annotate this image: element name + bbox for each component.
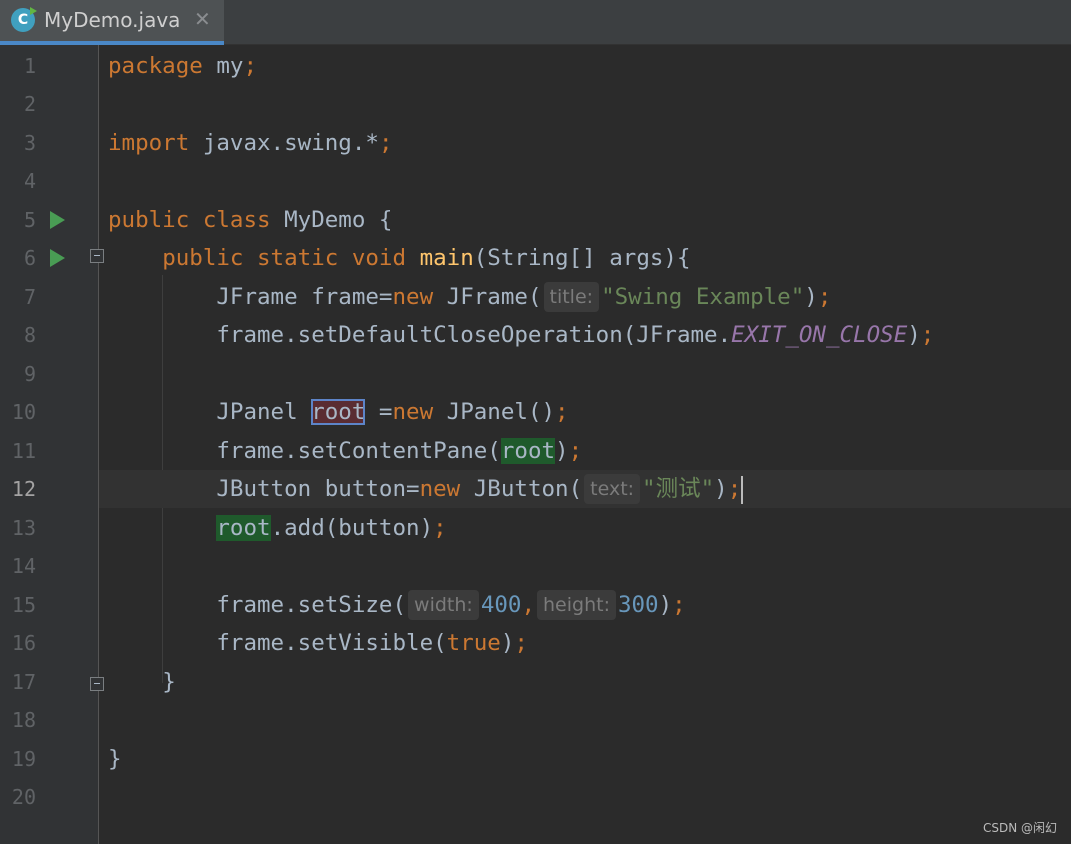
code-text: } <box>162 669 176 695</box>
code-text: public static void main(String[] args){ <box>162 245 691 271</box>
parameter-hint: width: <box>408 590 479 620</box>
code-line-3[interactable]: 3 import javax.swing.*; <box>0 124 1071 162</box>
watermark: CSDN @闲幻 <box>982 821 1057 835</box>
code-text: frame.setContentPane(root); <box>216 438 583 464</box>
code-text: public class MyDemo { <box>108 207 393 233</box>
code-line-7[interactable]: 7 JFrame frame=new JFrame(title: "Swing E… <box>0 278 1071 316</box>
line-number: 7 <box>23 285 36 309</box>
close-tab-icon[interactable]: ✕ <box>194 7 211 31</box>
code-text: root.add(button); <box>216 515 447 541</box>
editor-tab-bar: C MyDemo.java ✕ <box>0 0 1071 45</box>
line-number: 16 <box>11 631 36 655</box>
code-line-8[interactable]: 8 frame.setDefaultCloseOperation(JFrame.… <box>0 316 1071 354</box>
code-line-14[interactable]: 14 <box>0 547 1071 585</box>
line-number: 19 <box>11 747 36 771</box>
code-text: frame.setVisible(true); <box>216 630 528 656</box>
code-text: import javax.swing.*; <box>108 130 393 156</box>
code-text: JButton button=new JButton(text: "测试"); <box>216 474 744 504</box>
code-line-12-current[interactable]: 12 JButton button=new JButton(text: "测试")… <box>0 470 1071 508</box>
code-line-10[interactable]: 10 JPanel root =new JPanel(); <box>0 393 1071 431</box>
line-number: 3 <box>23 131 36 155</box>
code-text: JPanel root =new JPanel(); <box>216 399 569 425</box>
line-number: 13 <box>11 516 36 540</box>
line-number: 20 <box>11 785 36 809</box>
code-line-6[interactable]: 6 public static void main(String[] args)… <box>0 239 1071 277</box>
run-badge-icon <box>30 7 37 15</box>
line-number: 11 <box>11 439 36 463</box>
parameter-hint: height: <box>537 590 616 620</box>
line-number: 9 <box>23 362 36 386</box>
line-number: 14 <box>11 554 36 578</box>
line-number: 6 <box>23 246 36 270</box>
code-line-9[interactable]: 9 <box>0 355 1071 393</box>
code-line-19[interactable]: 19 } <box>0 740 1071 778</box>
code-editor[interactable]: 1 package my; 2 3 import javax.swing.*; … <box>0 45 1071 844</box>
code-text: package my; <box>108 53 258 79</box>
line-number: 4 <box>23 169 36 193</box>
tab-title: MyDemo.java <box>44 8 181 32</box>
code-line-16[interactable]: 16 frame.setVisible(true); <box>0 624 1071 662</box>
fold-end-icon[interactable] <box>90 677 104 691</box>
code-line-13[interactable]: 13 root.add(button); <box>0 509 1071 547</box>
code-text: frame.setDefaultCloseOperation(JFrame.EX… <box>216 322 935 348</box>
line-number: 12 <box>11 477 36 501</box>
code-line-15[interactable]: 15 frame.setSize(width: 400, height: 300); <box>0 586 1071 624</box>
code-line-20[interactable]: 20 <box>0 778 1071 816</box>
line-number: 5 <box>23 208 36 232</box>
class-icon-letter: C <box>17 12 29 28</box>
variable-declaration-highlight: root <box>311 399 366 425</box>
code-text: } <box>108 746 122 772</box>
code-line-1[interactable]: 1 package my; <box>0 47 1071 85</box>
code-line-2[interactable]: 2 <box>0 85 1071 123</box>
java-class-icon: C <box>11 7 37 32</box>
code-line-4[interactable]: 4 <box>0 162 1071 200</box>
text-caret <box>741 475 744 504</box>
line-number: 15 <box>11 593 36 617</box>
line-number: 8 <box>23 323 36 347</box>
tab-mydemo-java[interactable]: C MyDemo.java ✕ <box>0 0 224 45</box>
run-class-icon[interactable] <box>50 211 65 229</box>
line-number: 2 <box>23 92 36 116</box>
line-number: 17 <box>11 670 36 694</box>
code-text: frame.setSize(width: 400, height: 300); <box>216 590 686 620</box>
parameter-hint: text: <box>584 474 641 504</box>
fold-collapse-icon[interactable] <box>90 249 104 263</box>
line-number: 18 <box>11 708 36 732</box>
code-line-18[interactable]: 18 <box>0 701 1071 739</box>
run-main-icon[interactable] <box>50 249 65 267</box>
variable-usage-highlight: root <box>216 515 271 541</box>
variable-usage-highlight: root <box>500 438 556 464</box>
code-text: JFrame frame=new JFrame(title: "Swing Exa… <box>216 282 832 312</box>
code-line-11[interactable]: 11 frame.setContentPane(root); <box>0 432 1071 470</box>
parameter-hint: title: <box>543 282 600 312</box>
code-line-17[interactable]: 17 } <box>0 663 1071 701</box>
code-line-5[interactable]: 5 public class MyDemo { <box>0 201 1071 239</box>
line-number: 1 <box>23 54 36 78</box>
line-number: 10 <box>11 400 36 424</box>
